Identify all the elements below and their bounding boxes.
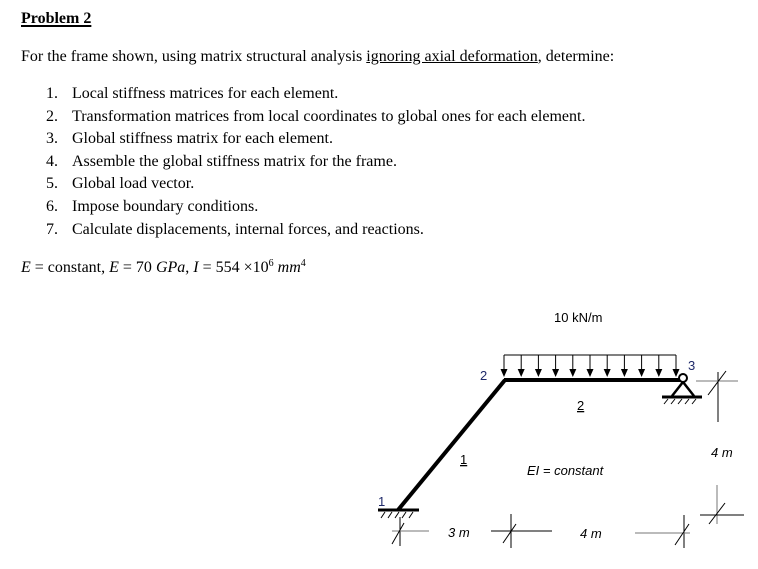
element-1-member xyxy=(396,378,507,512)
dimension-tick-icon xyxy=(635,515,690,548)
fixed-support-icon xyxy=(378,508,419,519)
dimension-tick-icon xyxy=(700,485,744,525)
load-arrow-icon xyxy=(620,369,628,377)
dimension-tick-icon xyxy=(391,517,429,546)
dimension-4m-horizontal-label: 4 m xyxy=(580,526,602,541)
load-arrow-icon xyxy=(517,369,525,377)
load-arrow-icon xyxy=(500,369,508,377)
ei-label: EI = constant xyxy=(527,463,605,478)
dimension-3m-label: 3 m xyxy=(448,525,470,540)
element-2-label: 2 xyxy=(577,398,584,413)
load-arrow-icon xyxy=(655,369,663,377)
node-2-label: 2 xyxy=(480,368,487,383)
load-arrow-icon xyxy=(552,369,560,377)
node-1-label: 1 xyxy=(378,494,385,509)
dimension-tick-icon xyxy=(696,370,738,422)
dimension-4m-vertical-label: 4 m xyxy=(711,445,733,460)
distributed-load xyxy=(500,354,680,377)
load-arrow-icon xyxy=(638,369,646,377)
frame-diagram: 10 kN/m EI = constant 1 2 3 1 2 3 m 4 m … xyxy=(378,310,744,548)
load-arrow-icon xyxy=(569,369,577,377)
load-label: 10 kN/m xyxy=(554,310,602,325)
load-arrow-icon xyxy=(586,369,594,377)
load-arrow-icon xyxy=(534,369,542,377)
load-arrow-icon xyxy=(672,369,680,377)
element-1-label: 1 xyxy=(460,452,467,467)
dimension-tick-icon xyxy=(491,514,552,548)
node-3-label: 3 xyxy=(688,358,695,373)
load-arrow-icon xyxy=(603,369,611,377)
